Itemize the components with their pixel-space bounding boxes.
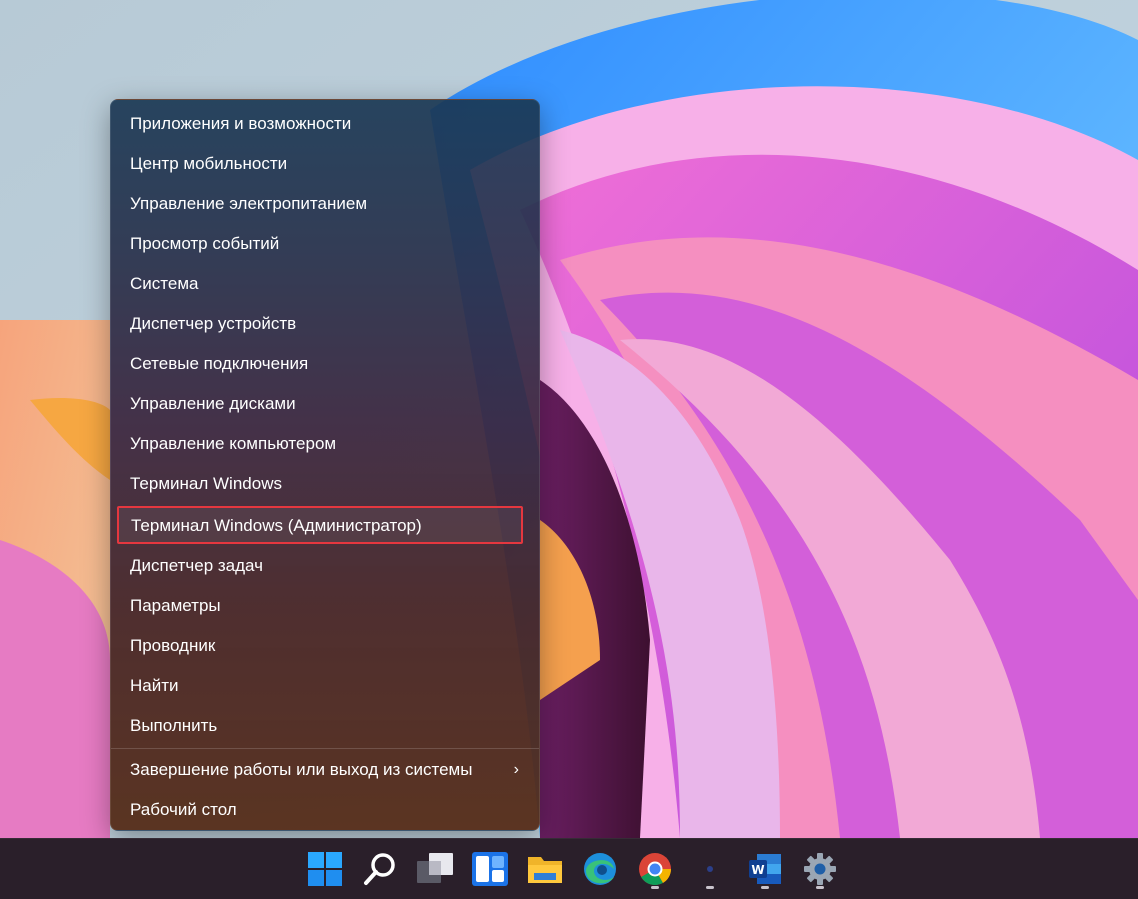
menu-item-shutdown-signout[interactable]: Завершение работы или выход из системы › <box>111 750 539 790</box>
task-view-button[interactable] <box>415 847 455 891</box>
app-dot-icon <box>707 866 713 872</box>
menu-item-settings[interactable]: Параметры <box>111 586 539 626</box>
menu-item-run[interactable]: Выполнить <box>111 706 539 746</box>
search-button[interactable] <box>360 847 400 891</box>
menu-item-label: Завершение работы или выход из системы <box>130 760 473 779</box>
menu-item-event-viewer[interactable]: Просмотр событий <box>111 224 539 264</box>
menu-item-windows-terminal-admin[interactable]: Терминал Windows (Администратор) <box>117 506 523 544</box>
running-indicator <box>761 886 769 889</box>
word-button[interactable]: W <box>745 847 785 891</box>
app-button[interactable] <box>690 847 730 891</box>
chrome-button[interactable] <box>635 847 675 891</box>
menu-item-computer-management[interactable]: Управление компьютером <box>111 424 539 464</box>
menu-item-power-options[interactable]: Управление электропитанием <box>111 184 539 224</box>
menu-separator <box>111 748 539 749</box>
file-explorer-icon <box>528 857 562 883</box>
widgets-icon <box>472 852 508 886</box>
taskbar: W <box>0 838 1138 899</box>
task-view-icon <box>417 853 453 883</box>
winx-context-menu: Приложения и возможности Центр мобильнос… <box>110 99 540 831</box>
edge-icon <box>584 853 616 885</box>
settings-icon <box>804 853 836 885</box>
start-icon <box>308 852 342 886</box>
widgets-button[interactable] <box>470 847 510 891</box>
chevron-right-icon: › <box>513 761 519 778</box>
menu-item-search[interactable]: Найти <box>111 666 539 706</box>
running-indicator <box>651 886 659 889</box>
start-button[interactable] <box>305 847 345 891</box>
menu-item-system[interactable]: Система <box>111 264 539 304</box>
settings-button[interactable] <box>800 847 840 891</box>
menu-item-mobility-center[interactable]: Центр мобильности <box>111 144 539 184</box>
menu-item-desktop[interactable]: Рабочий стол <box>111 790 539 830</box>
menu-item-device-manager[interactable]: Диспетчер устройств <box>111 304 539 344</box>
edge-button[interactable] <box>580 847 620 891</box>
menu-item-file-explorer[interactable]: Проводник <box>111 626 539 666</box>
menu-item-windows-terminal[interactable]: Терминал Windows <box>111 464 539 504</box>
chrome-icon <box>639 853 672 886</box>
menu-item-disk-management[interactable]: Управление дисками <box>111 384 539 424</box>
running-indicator <box>706 886 714 889</box>
svg-text:W: W <box>751 863 764 877</box>
menu-item-apps-features[interactable]: Приложения и возможности <box>111 104 539 144</box>
word-icon: W <box>749 854 781 884</box>
menu-item-network-connections[interactable]: Сетевые подключения <box>111 344 539 384</box>
file-explorer-button[interactable] <box>525 847 565 891</box>
search-icon <box>364 853 395 885</box>
menu-item-task-manager[interactable]: Диспетчер задач <box>111 546 539 586</box>
running-indicator <box>816 886 824 889</box>
